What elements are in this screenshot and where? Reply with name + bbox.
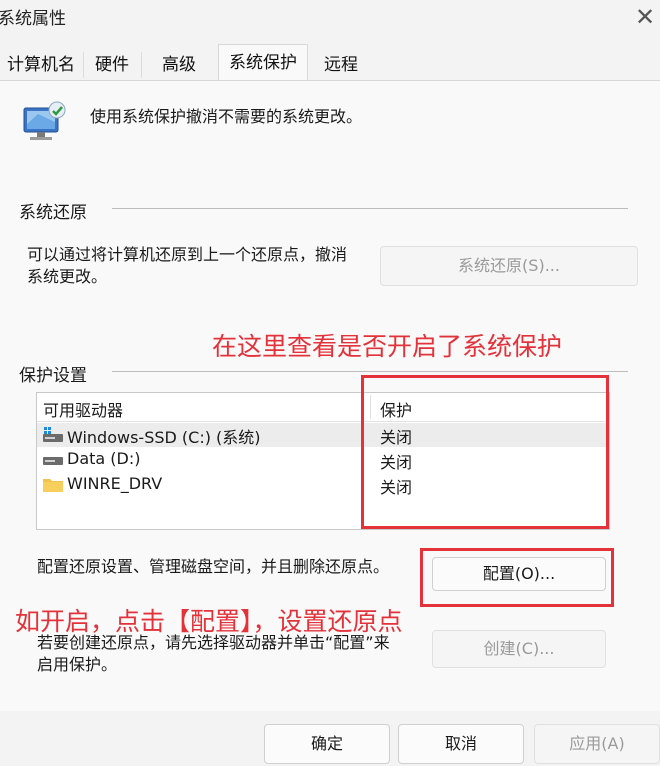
drive-name: Windows-SSD (C:) (系统) [67,428,261,447]
annotation-check-protection: 在这里查看是否开启了系统保护 [212,332,563,361]
intro-text: 使用系统保护撤消不需要的系统更改。 [90,107,363,126]
group-divider [112,208,628,209]
title-bar: 系统属性 ✕ [0,0,660,40]
close-icon[interactable]: ✕ [630,2,660,32]
system-restore-button[interactable]: 系统还原(S)... [380,246,638,286]
drive-name: WINRE_DRV [67,474,163,493]
create-description: 若要创建还原点，请先选择驱动器并单击“配置”来 启用保护。 [37,632,390,676]
create-button[interactable]: 创建(C)... [432,630,606,668]
drive-icon [43,457,63,465]
restore-description: 可以通过将计算机还原到上一个还原点，撤消 系统更改。 [27,244,347,288]
highlight-configure-button [420,548,614,607]
drive-name: Data (D:) [67,449,141,468]
create-description-line-2: 启用保护。 [37,655,118,674]
folder-icon [43,479,63,492]
tab-advanced[interactable]: 高级 [142,50,216,80]
tab-strip: 计算机名 硬件 高级 系统保护 远程 [0,44,660,81]
configure-description: 配置还原设置、管理磁盘空间，并且删除还原点。 [37,557,390,576]
tab-hardware[interactable]: 硬件 [84,50,140,80]
group-divider [112,371,628,372]
tab-remote[interactable]: 远程 [308,50,374,80]
system-protection-icon [23,101,66,140]
system-drive-icon [43,427,63,442]
restore-description-line-2: 系统更改。 [27,267,108,286]
column-header-drive[interactable]: 可用驱动器 [43,397,123,421]
create-description-line-1: 若要创建还原点，请先选择驱动器并单击“配置”来 [37,633,390,652]
cancel-button[interactable]: 取消 [398,724,524,764]
tab-computer-name[interactable]: 计算机名 [0,50,82,80]
tab-system-protection[interactable]: 系统保护 [218,44,308,81]
protection-settings-group-title: 保护设置 [19,366,87,386]
window-title: 系统属性 [0,9,66,29]
system-restore-group-title: 系统还原 [19,203,87,223]
apply-button[interactable]: 应用(A) [534,724,660,764]
restore-description-line-1: 可以通过将计算机还原到上一个还原点，撤消 [27,245,348,264]
ok-button[interactable]: 确定 [264,724,390,764]
highlight-protection-column [361,375,609,529]
